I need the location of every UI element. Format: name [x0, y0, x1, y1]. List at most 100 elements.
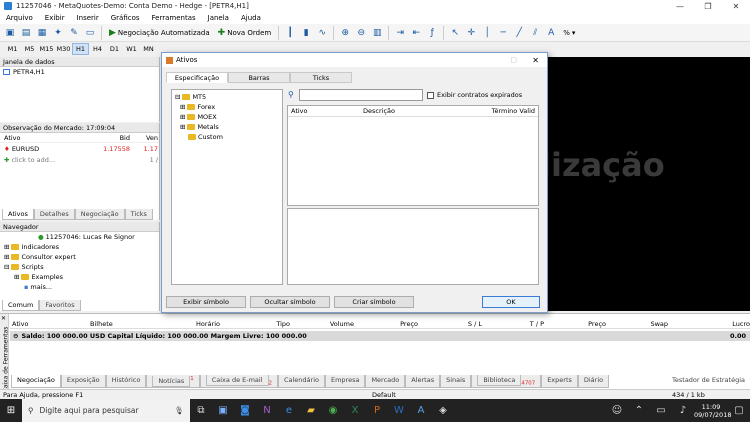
col-volume[interactable]: Volume: [290, 320, 354, 328]
tab-alerts[interactable]: Alertas: [405, 375, 441, 389]
tab-company[interactable]: Empresa: [324, 375, 366, 389]
timeframe-m30[interactable]: M30: [55, 43, 72, 55]
tab-mailbox[interactable]: Caixa de E-mail 2: [199, 375, 278, 389]
tab-journal[interactable]: Diário: [577, 375, 610, 389]
timeframe-h1[interactable]: H1: [72, 43, 89, 55]
edge-icon[interactable]: e: [278, 399, 300, 422]
menu-graficos[interactable]: Gráficos: [105, 14, 146, 22]
col-swap[interactable]: Swap: [606, 320, 668, 328]
navigator-scripts[interactable]: ⊟ Scripts: [4, 262, 159, 272]
horizontal-line-icon[interactable]: ─: [496, 26, 510, 40]
app-icon-extra[interactable]: ◈: [432, 399, 454, 422]
add-symbol-row[interactable]: ✚ click to add... 1 /: [0, 154, 159, 165]
chart-shift-icon[interactable]: ⇤: [409, 26, 423, 40]
dialog-maximize-icon[interactable]: ▢: [510, 56, 517, 64]
cursor-icon[interactable]: ↖: [448, 26, 462, 40]
col-tp[interactable]: T / P: [482, 320, 544, 328]
tab-bars[interactable]: Barras: [228, 72, 290, 83]
strategy-tester-tab[interactable]: Testador de Estratégia: [667, 375, 750, 388]
timeframe-h4[interactable]: H4: [89, 43, 106, 55]
timeframe-m1[interactable]: M1: [4, 43, 21, 55]
navigator-indicators[interactable]: ⊞ Indicadores: [4, 242, 159, 252]
tree-moex[interactable]: ⊞ MOEX: [175, 112, 282, 122]
bar-chart-icon[interactable]: ┃: [283, 26, 297, 40]
col-ask[interactable]: Ven: [130, 134, 158, 142]
col-lucro[interactable]: Lucro: [668, 320, 750, 328]
tree-forex[interactable]: ⊞ Forex: [175, 102, 282, 112]
tab-ativos[interactable]: Ativos: [2, 209, 34, 220]
timeframe-w1[interactable]: W1: [123, 43, 140, 55]
tab-favoritos[interactable]: Favoritos: [39, 300, 81, 311]
tab-history[interactable]: Histórico: [105, 375, 147, 389]
create-symbol-button[interactable]: Criar símbolo: [334, 296, 414, 308]
symbol-search-input[interactable]: [299, 89, 423, 101]
menu-exibir[interactable]: Exibir: [39, 14, 71, 22]
ok-button[interactable]: OK: [482, 296, 540, 308]
network-icon[interactable]: ▭: [650, 399, 672, 422]
tab-experts[interactable]: Experts: [541, 375, 578, 389]
col-expiration[interactable]: Término Valid: [483, 107, 538, 115]
tab-signals[interactable]: Sinais: [440, 375, 472, 389]
tab-negociacao[interactable]: Negociação: [74, 209, 125, 220]
onenote-icon[interactable]: N: [256, 399, 278, 422]
timeframe-d1[interactable]: D1: [106, 43, 123, 55]
tree-custom[interactable]: Custom: [175, 132, 282, 142]
tab-ticks-dialog[interactable]: Ticks: [290, 72, 352, 83]
tab-trade[interactable]: Negociação: [11, 375, 61, 389]
new-order-button[interactable]: ✚ Nova Ordem: [215, 26, 275, 40]
menu-inserir[interactable]: Inserir: [71, 14, 105, 22]
trendline-icon[interactable]: ╱: [512, 26, 526, 40]
navigator-experts[interactable]: ⊞ Consultor expert: [4, 252, 159, 262]
crosshair-icon[interactable]: ✛: [464, 26, 478, 40]
col-preco-atual[interactable]: Preço: [544, 320, 606, 328]
tree-root[interactable]: ⊟ MT5: [175, 92, 282, 102]
tile-windows-icon[interactable]: ▥: [370, 26, 384, 40]
explorer-icon[interactable]: ▰: [300, 399, 322, 422]
store-icon[interactable]: ▣: [212, 399, 234, 422]
col-bid[interactable]: Bid: [100, 134, 130, 142]
menu-ferramentas[interactable]: Ferramentas: [146, 14, 202, 22]
timeframe-m5[interactable]: M5: [21, 43, 38, 55]
notifications-icon[interactable]: ▢: [728, 399, 750, 422]
hide-symbol-button[interactable]: Ocultar símbolo: [250, 296, 330, 308]
col-bilhete[interactable]: Bilhete: [90, 320, 190, 328]
tab-detalhes[interactable]: Detalhes: [33, 209, 75, 220]
timeframe-m15[interactable]: M15: [38, 43, 55, 55]
close-icon[interactable]: ✕: [1, 315, 6, 322]
show-symbol-button[interactable]: Exibir símbolo: [166, 296, 246, 308]
tree-metals[interactable]: ⊞ Metals: [175, 122, 282, 132]
restore-button[interactable]: ❐: [694, 0, 722, 12]
fibo-percent-button[interactable]: % ▾: [560, 26, 578, 40]
timeframe-mn[interactable]: MN: [140, 43, 157, 55]
indicators-icon[interactable]: ƒ: [425, 26, 439, 40]
excel-icon[interactable]: X: [344, 399, 366, 422]
algo-trading-button[interactable]: ▶ Negociação Automatizada: [106, 26, 213, 40]
word-icon[interactable]: W: [388, 399, 410, 422]
tab-library[interactable]: Biblioteca 4707: [471, 375, 542, 389]
tab-calendar[interactable]: Calendário: [277, 375, 325, 389]
tab-comum[interactable]: Comum: [2, 300, 40, 311]
menu-janela[interactable]: Janela: [202, 14, 235, 22]
text-tool-icon[interactable]: A: [544, 26, 558, 40]
tab-market[interactable]: Mercado: [365, 375, 406, 389]
line-chart-icon[interactable]: ∿: [315, 26, 329, 40]
col-tipo[interactable]: Tipo: [220, 320, 290, 328]
tab-ticks[interactable]: Ticks: [124, 209, 153, 220]
tray-up-icon[interactable]: ⌃: [628, 399, 650, 422]
navigator-more[interactable]: ▪ mais...: [4, 282, 159, 292]
tab-specification[interactable]: Especificação: [166, 72, 228, 83]
balance-row[interactable]: ⊖ Saldo: 100 000.00 USD Capital Líquido:…: [10, 331, 750, 341]
market-row[interactable]: ♦ EURUSD 1.17558 1.17: [0, 143, 159, 154]
menu-arquivo[interactable]: Arquivo: [0, 14, 39, 22]
people-icon[interactable]: ☺: [606, 399, 628, 422]
autoscroll-icon[interactable]: ⇥: [393, 26, 407, 40]
metatrader-icon[interactable]: A: [410, 399, 432, 422]
start-button[interactable]: ⊞: [0, 399, 22, 422]
menu-ajuda[interactable]: Ajuda: [235, 14, 267, 22]
market-watch-icon[interactable]: ▦: [35, 26, 49, 40]
candlestick-icon[interactable]: ▮: [299, 26, 313, 40]
tab-news[interactable]: Notícias 1: [146, 375, 200, 389]
col-horario[interactable]: Horário: [190, 320, 220, 328]
minimize-button[interactable]: —: [666, 0, 694, 12]
task-view-icon[interactable]: ⧉: [190, 399, 212, 422]
